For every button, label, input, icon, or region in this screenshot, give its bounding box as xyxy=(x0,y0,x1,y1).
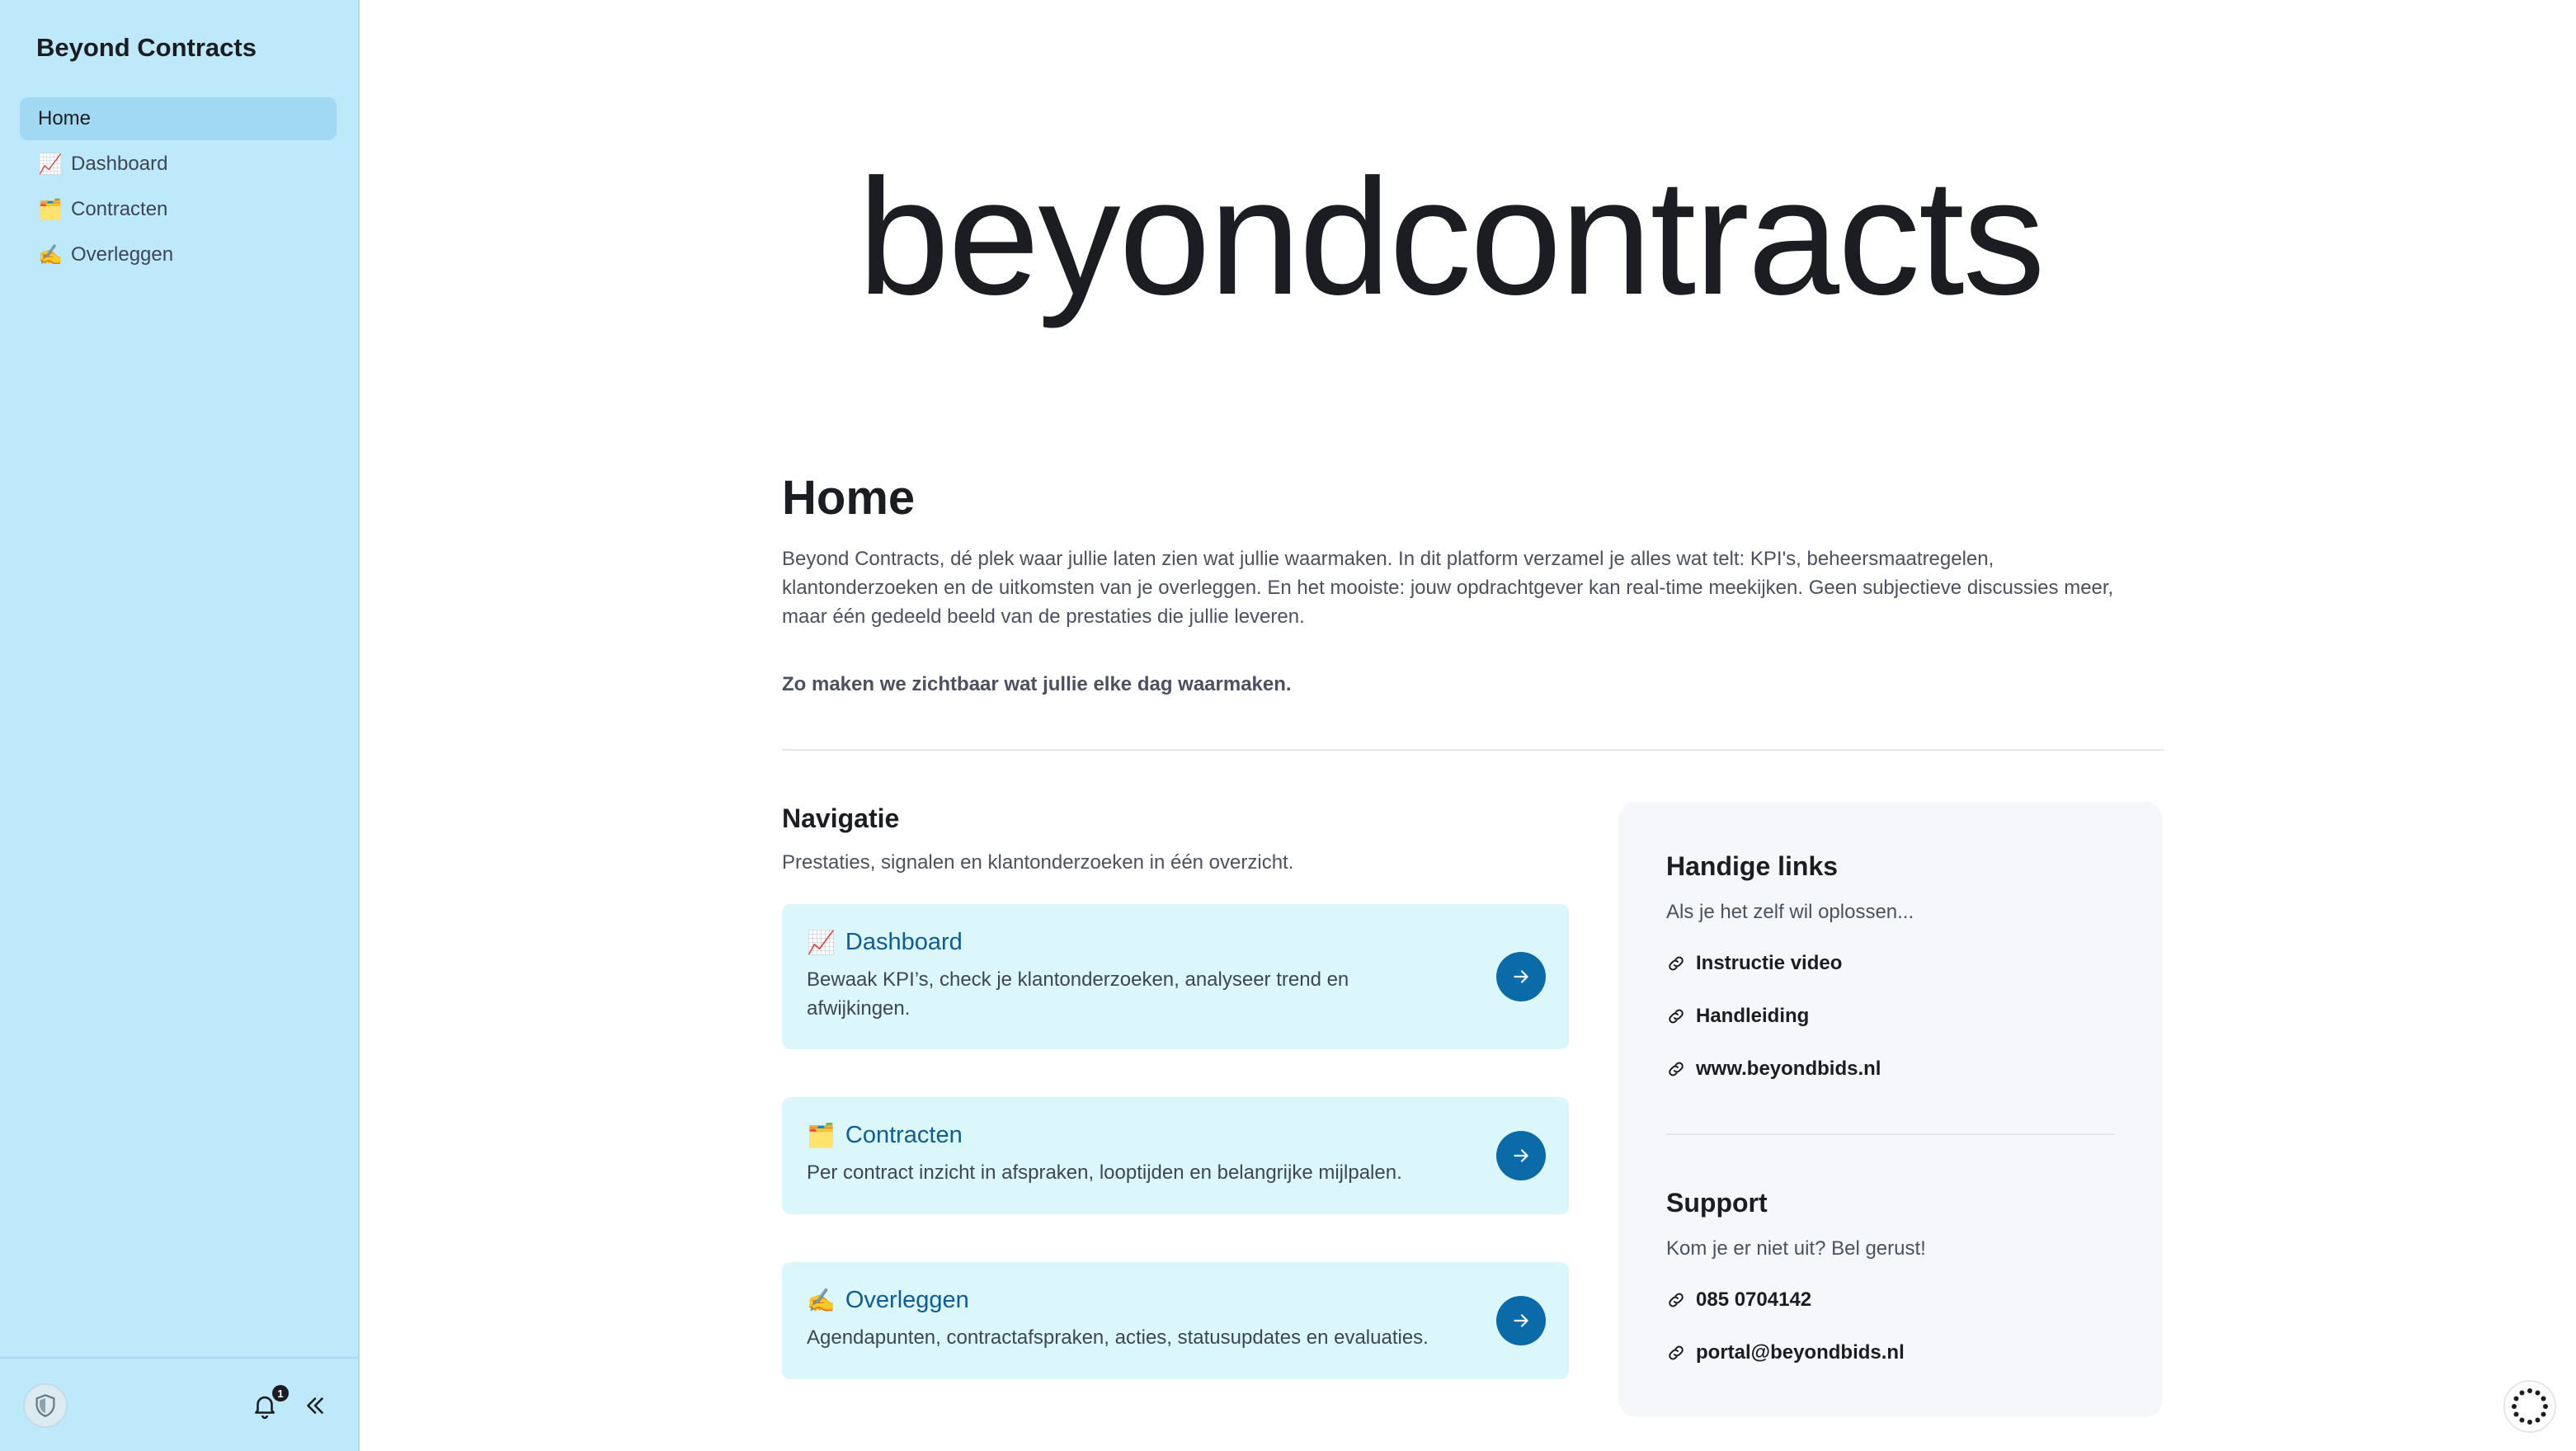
shield-button[interactable] xyxy=(23,1383,68,1428)
sidebar-item-dashboard[interactable]: 📈 Dashboard xyxy=(20,143,337,186)
card-description: Per contract inzicht in afspraken, loopt… xyxy=(807,1161,1402,1184)
sidebar-footer: 1 xyxy=(0,1357,358,1451)
arrow-right-icon xyxy=(1514,970,1528,983)
link-label: portal@beyondbids.nl xyxy=(1696,1341,1905,1364)
card-description: Agendapunten, contractafspraken, acties,… xyxy=(807,1326,1429,1349)
page-title: Home xyxy=(782,471,916,525)
link-email[interactable]: portal@beyondbids.nl xyxy=(1666,1341,1905,1364)
intro-text: Beyond Contracts, dé plek waar jullie la… xyxy=(782,548,2114,628)
chart-increasing-icon: 📈 xyxy=(807,930,836,955)
support-subtitle: Kom je er niet uit? Bel gerust! xyxy=(1666,1237,1926,1260)
link-icon xyxy=(1669,1062,1684,1076)
card-title-label: Dashboard xyxy=(845,929,963,955)
sidebar-item-contracten[interactable]: 🗂️ Contracten xyxy=(20,188,337,231)
link-icon xyxy=(1669,956,1684,971)
sidebar-item-label: Home xyxy=(38,107,92,130)
card-title-label: Contracten xyxy=(845,1122,963,1148)
links-panel: Handige links Als je het zelf wil oploss… xyxy=(1618,802,2163,1417)
collapse-icon xyxy=(307,1397,323,1414)
sidebar-item-label: Overleggen xyxy=(71,243,174,266)
notification-badge: 1 xyxy=(272,1385,289,1402)
card-title: ✍️ Overleggen xyxy=(807,1287,969,1314)
panel-divider xyxy=(1666,1133,2115,1135)
sidebar-item-label: Dashboard xyxy=(71,153,168,175)
nav-card-dashboard[interactable]: 📈 Dashboard Bewaak KPI’s, check je klant… xyxy=(782,904,1569,1049)
link-phone[interactable]: 085 0704142 xyxy=(1666,1288,1811,1312)
chart-increasing-icon: 📈 xyxy=(38,153,63,176)
brand-logo: beyondcontracts xyxy=(858,145,2046,329)
writing-hand-icon: ✍️ xyxy=(807,1288,836,1313)
arrow-right-icon xyxy=(1514,1314,1528,1327)
support-heading: Support xyxy=(1666,1188,1768,1218)
nav-card-contracten[interactable]: 🗂️ Contracten Per contract inzicht in af… xyxy=(782,1097,1569,1214)
navigation-subtitle: Prestaties, signalen en klantonderzoeken… xyxy=(782,851,1294,874)
sidebar: Beyond Contracts Home 📈 Dashboard 🗂️ Con… xyxy=(0,0,360,1451)
link-label: www.beyondbids.nl xyxy=(1696,1058,1881,1080)
collapse-sidebar-button[interactable] xyxy=(300,1392,330,1420)
links-subtitle: Als je het zelf wil oplossen... xyxy=(1666,901,1914,923)
folder-icon: 🗂️ xyxy=(807,1123,836,1148)
loading-spinner-icon xyxy=(2503,1380,2556,1433)
links-heading: Handige links xyxy=(1666,851,1839,881)
sidebar-item-label: Contracten xyxy=(71,198,168,220)
open-contracten-button[interactable] xyxy=(1496,1131,1546,1180)
tagline: Zo maken we zichtbaar wat jullie elke da… xyxy=(782,673,1292,695)
shield-icon xyxy=(35,1394,55,1417)
app-title: Beyond Contracts xyxy=(36,33,257,62)
card-title: 🗂️ Contracten xyxy=(807,1122,963,1149)
sidebar-item-overleggen[interactable]: ✍️ Overleggen xyxy=(20,233,337,276)
nav-card-overleggen[interactable]: ✍️ Overleggen Agendapunten, contractafsp… xyxy=(782,1262,1569,1379)
divider xyxy=(782,749,2164,751)
link-label: Instructie video xyxy=(1696,952,1843,974)
link-label: Handleiding xyxy=(1696,1005,1810,1027)
link-handleiding[interactable]: Handleiding xyxy=(1666,1005,1809,1028)
writing-hand-icon: ✍️ xyxy=(38,243,63,266)
link-icon xyxy=(1669,1009,1684,1024)
open-overleggen-button[interactable] xyxy=(1496,1296,1546,1345)
open-dashboard-button[interactable] xyxy=(1496,952,1546,1001)
card-title: 📈 Dashboard xyxy=(807,929,963,956)
arrow-right-icon xyxy=(1514,1149,1528,1162)
card-title-label: Overleggen xyxy=(845,1287,969,1313)
link-website[interactable]: www.beyondbids.nl xyxy=(1666,1058,1881,1081)
link-label: 085 0704142 xyxy=(1696,1288,1812,1311)
card-description: Bewaak KPI’s, check je klantonderzoeken,… xyxy=(807,968,1349,1020)
sidebar-item-home[interactable]: Home xyxy=(20,97,337,140)
link-icon xyxy=(1669,1293,1684,1307)
navigation-heading: Navigatie xyxy=(782,803,900,833)
link-icon xyxy=(1669,1345,1684,1360)
folder-icon: 🗂️ xyxy=(38,198,63,221)
link-instructie-video[interactable]: Instructie video xyxy=(1666,952,1842,975)
